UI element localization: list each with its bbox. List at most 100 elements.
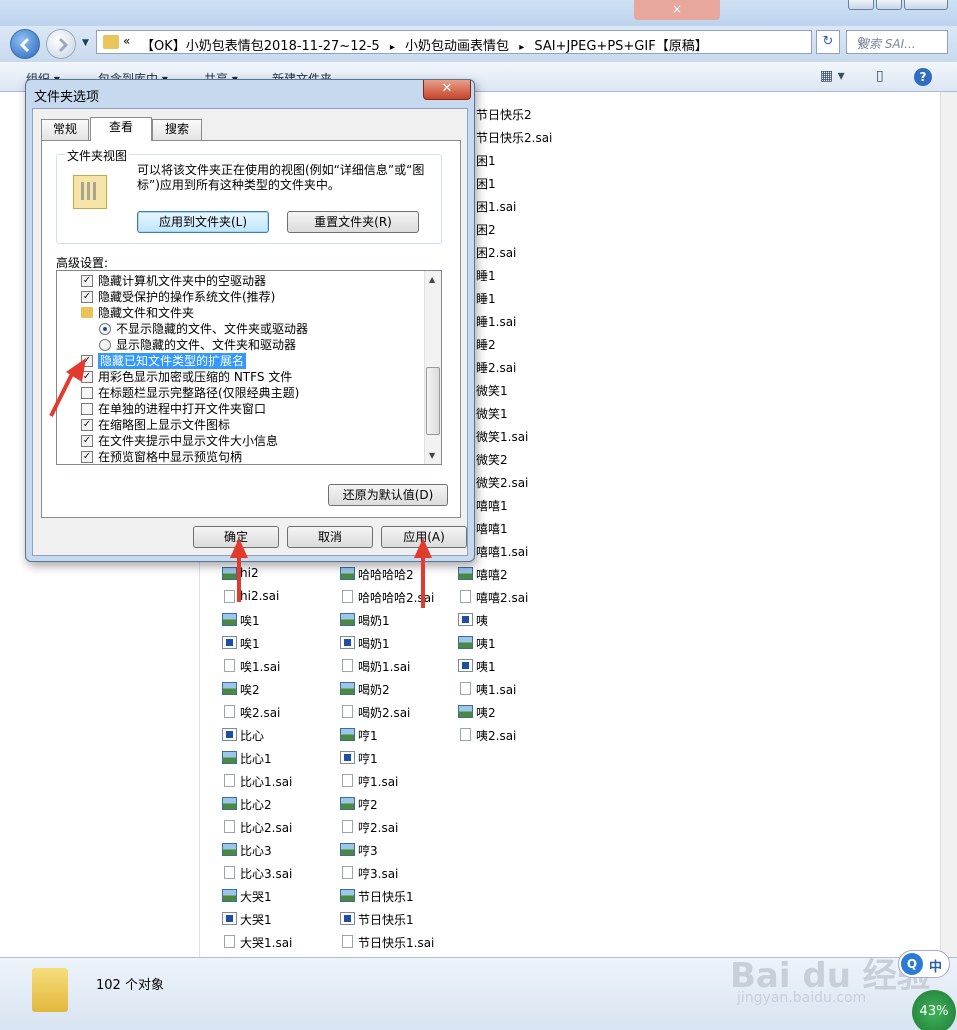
image-file-icon bbox=[222, 613, 237, 626]
app-file-icon bbox=[340, 751, 355, 764]
search-input[interactable]: 搜索 SAI... ⚲ bbox=[846, 30, 948, 54]
file-name: 哼2.sai bbox=[358, 821, 399, 835]
advanced-setting-label: 在缩略图上显示文件图标 bbox=[98, 418, 231, 432]
image-file-icon bbox=[458, 567, 473, 580]
forward-button[interactable] bbox=[46, 29, 76, 59]
scroll-up-icon[interactable]: ▲ bbox=[429, 275, 435, 284]
file-name: 比心1 bbox=[240, 752, 272, 766]
advanced-settings-list[interactable]: ✓ 隐藏计算机文件夹中的空驱动器 ✓ 隐藏受保护的操作系统文件(推荐) 隐藏文件和文件夹… bbox=[56, 270, 442, 465]
performance-badge[interactable]: 43% bbox=[912, 990, 956, 1030]
file-name: 困2.sai bbox=[476, 246, 517, 260]
help-icon[interactable]: ? bbox=[914, 68, 932, 86]
folder-view-label: 文件夹视图 bbox=[65, 147, 130, 164]
checkbox[interactable]: ✓ bbox=[81, 435, 93, 447]
advanced-scrollbar[interactable]: ▲ ▼ bbox=[424, 271, 441, 464]
file-name: 大哭1 bbox=[240, 890, 272, 904]
image-file-icon bbox=[340, 613, 355, 626]
refresh-button[interactable]: ↻ bbox=[816, 30, 840, 54]
app-file-icon bbox=[222, 728, 237, 741]
folder-large-icon bbox=[32, 968, 68, 1012]
file-name: 比心2.sai bbox=[240, 821, 293, 835]
tab-search[interactable]: 搜索 bbox=[152, 119, 202, 140]
file-name: 唉2.sai bbox=[240, 706, 281, 720]
breadcrumb-separator[interactable]: ▸ bbox=[390, 42, 395, 53]
file-name: 困1.sai bbox=[476, 200, 517, 214]
annotation-arrow-checkbox bbox=[49, 358, 86, 417]
back-button[interactable] bbox=[10, 29, 40, 59]
file-name: 比心 bbox=[240, 729, 265, 743]
radio-button[interactable] bbox=[99, 339, 111, 351]
file-name: 喝奶1 bbox=[358, 637, 390, 651]
breadcrumb-item[interactable]: 【OK】小奶包表情包2018-11-27~12-5 bbox=[141, 39, 380, 54]
folder-icon bbox=[103, 35, 119, 49]
radio-button[interactable] bbox=[99, 323, 111, 335]
advanced-setting-label: 在单独的进程中打开文件夹窗口 bbox=[98, 402, 267, 416]
file-name: 困2 bbox=[476, 223, 496, 237]
file-name: 节日快乐1.sai bbox=[358, 936, 435, 950]
file-name: 嘻嘻1 bbox=[476, 522, 508, 536]
file-name: 睡1 bbox=[476, 269, 496, 283]
close-button[interactable] bbox=[904, 0, 948, 10]
forward-arrow-icon bbox=[58, 37, 69, 53]
search-icon[interactable]: ⚲ bbox=[857, 35, 943, 49]
checkbox[interactable]: ✓ bbox=[81, 419, 93, 431]
breadcrumb-item[interactable]: 小奶包动画表情包 bbox=[405, 39, 509, 54]
advanced-setting-label: 隐藏文件和文件夹 bbox=[98, 306, 195, 320]
file-name: 比心3.sai bbox=[240, 867, 293, 881]
file-name: 咦1 bbox=[476, 660, 496, 674]
file-name: 大哭1 bbox=[240, 913, 272, 927]
window-titlebar: × bbox=[0, 0, 957, 26]
annotation-arrow-ok bbox=[230, 538, 248, 602]
checkbox[interactable]: ✓ bbox=[81, 451, 93, 463]
advanced-setting-label: 在标题栏显示完整路径(仅限经典主题) bbox=[98, 386, 300, 400]
title-close-area[interactable]: × bbox=[634, 0, 720, 20]
checkbox[interactable]: ✓ bbox=[81, 275, 93, 287]
dialog-close-button[interactable]: ✕ bbox=[423, 80, 471, 100]
recent-pages-chevron-icon[interactable]: ▼ bbox=[82, 38, 89, 48]
file-name: 比心1.sai bbox=[240, 775, 293, 789]
ime-indicator[interactable]: Q 中 bbox=[898, 950, 950, 978]
cancel-button[interactable]: 取消 bbox=[287, 526, 373, 548]
file-name: 睡1.sai bbox=[476, 315, 517, 329]
file-name: 困1 bbox=[476, 154, 496, 168]
address-overflow[interactable]: « bbox=[123, 34, 130, 48]
dialog-title: 文件夹选项 bbox=[34, 90, 100, 105]
file-name: 嘻嘻2.sai bbox=[476, 591, 529, 605]
advanced-setting-label: 在文件夹提示中显示文件大小信息 bbox=[98, 434, 279, 448]
preview-pane-icon[interactable]: ▯ bbox=[876, 68, 884, 84]
apply-to-folders-button[interactable]: 应用到文件夹(L) bbox=[137, 211, 269, 233]
file-name: 节日快乐1 bbox=[358, 913, 414, 927]
document-file-icon bbox=[224, 820, 235, 833]
file-name: 嘻嘻1.sai bbox=[476, 545, 529, 559]
back-arrow-icon bbox=[19, 37, 30, 53]
reset-folders-button[interactable]: 重置文件夹(R) bbox=[287, 211, 419, 233]
address-input[interactable]: « 【OK】小奶包表情包2018-11-27~12-5 ▸ 小奶包动画表情包 ▸… bbox=[96, 30, 902, 54]
image-file-icon bbox=[222, 889, 237, 902]
folder-view-group: 文件夹视图 可以将该文件夹正在使用的视图(例如“详细信息”或“图标”)应用到所有… bbox=[56, 147, 442, 244]
image-file-icon bbox=[340, 889, 355, 902]
scroll-down-icon[interactable]: ▼ bbox=[429, 451, 435, 460]
restore-defaults-button[interactable]: 还原为默认值(D) bbox=[328, 484, 448, 506]
minimize-button[interactable] bbox=[848, 0, 874, 10]
breadcrumb-separator[interactable]: ▸ bbox=[519, 42, 524, 53]
dialog-body: 常规 查看 搜索 文件夹视图 可以将该文件夹正在使用的视图(例如“详细信息”或“… bbox=[32, 108, 468, 556]
view-options-icon[interactable]: ▦ ▾ bbox=[820, 68, 845, 84]
image-file-icon bbox=[458, 636, 473, 649]
file-name: 比心3 bbox=[240, 844, 272, 858]
tab-general[interactable]: 常规 bbox=[41, 119, 89, 140]
file-name: 哈哈哈哈2 bbox=[358, 568, 414, 582]
scroll-thumb[interactable] bbox=[426, 367, 440, 435]
ime-mode: 中 bbox=[929, 960, 943, 975]
advanced-setting-label: 隐藏已知文件类型的扩展名 bbox=[98, 353, 247, 369]
advanced-setting-label: 隐藏计算机文件夹中的空驱动器 bbox=[98, 274, 267, 288]
tab-view[interactable]: 查看 bbox=[90, 117, 152, 141]
view-tab-panel: 文件夹视图 可以将该文件夹正在使用的视图(例如“详细信息”或“图标”)应用到所有… bbox=[41, 140, 461, 518]
checkbox[interactable]: ✓ bbox=[81, 291, 93, 303]
maximize-button[interactable] bbox=[876, 0, 902, 10]
file-name: 微笑1 bbox=[476, 407, 508, 421]
breadcrumb-item[interactable]: SAI+JPEG+PS+GIF【原稿】 bbox=[534, 39, 707, 54]
document-file-icon bbox=[460, 590, 471, 603]
advanced-setting-label: 隐藏受保护的操作系统文件(推荐) bbox=[98, 290, 276, 304]
document-file-icon bbox=[342, 590, 353, 603]
file-list-scrollbar[interactable] bbox=[940, 92, 957, 957]
